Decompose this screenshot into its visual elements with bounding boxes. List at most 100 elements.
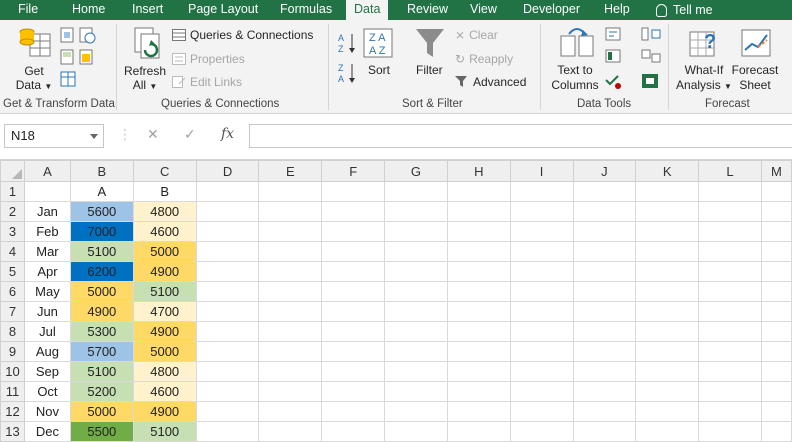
cell-empty[interactable] xyxy=(509,361,574,382)
cell-series-a[interactable]: 7000 xyxy=(69,221,134,242)
cell-empty[interactable] xyxy=(572,241,637,262)
cell-series-b[interactable]: 4800 xyxy=(132,361,197,382)
cell-empty[interactable] xyxy=(321,201,386,222)
column-header-h[interactable]: H xyxy=(446,160,511,182)
cell-empty[interactable] xyxy=(760,301,792,322)
cell-empty[interactable] xyxy=(635,401,700,422)
cell-series-a[interactable]: 5100 xyxy=(69,241,134,262)
tab-home[interactable]: Home xyxy=(72,0,105,20)
cell-empty[interactable] xyxy=(635,381,700,402)
cell-empty[interactable] xyxy=(195,341,260,362)
cell-empty[interactable] xyxy=(384,281,448,302)
column-header-l[interactable]: L xyxy=(698,160,762,182)
cell-empty[interactable] xyxy=(572,341,637,362)
cell-empty[interactable] xyxy=(572,401,637,422)
cell-empty[interactable] xyxy=(446,221,511,242)
cell-empty[interactable] xyxy=(446,381,511,402)
cell-empty[interactable] xyxy=(384,401,448,422)
cell-empty[interactable] xyxy=(698,201,762,222)
get-data-small-icons[interactable] xyxy=(60,26,100,90)
cell-empty[interactable] xyxy=(760,281,792,302)
cell-empty[interactable] xyxy=(446,201,511,222)
formula-input[interactable] xyxy=(249,124,792,148)
select-all-corner[interactable] xyxy=(0,160,25,182)
cell-empty[interactable] xyxy=(698,361,762,382)
cell-empty[interactable] xyxy=(195,261,260,282)
cell-series-a[interactable]: 5000 xyxy=(69,401,134,422)
cell-empty[interactable] xyxy=(698,181,762,202)
row-header[interactable]: 9 xyxy=(0,341,25,362)
cell-empty[interactable] xyxy=(258,201,323,222)
cell-empty[interactable] xyxy=(635,361,700,382)
cell-empty[interactable] xyxy=(258,221,323,242)
cell-empty[interactable] xyxy=(509,221,574,242)
reapply-button[interactable]: ↻ Reapply xyxy=(455,52,513,66)
cell-empty[interactable] xyxy=(698,401,762,422)
sort-descending-icon[interactable]: Z A xyxy=(338,62,358,84)
cell-empty[interactable] xyxy=(258,261,323,282)
row-header[interactable]: 6 xyxy=(0,281,25,302)
cell-empty[interactable] xyxy=(509,181,574,202)
cell-series-b[interactable]: 4800 xyxy=(132,201,197,222)
row-header[interactable]: 3 xyxy=(0,221,25,242)
cell-month[interactable]: Sep xyxy=(23,361,71,382)
row-header[interactable]: 5 xyxy=(0,261,25,282)
cell-empty[interactable] xyxy=(509,381,574,402)
column-header-b[interactable]: B xyxy=(69,160,134,182)
tab-data[interactable]: Data xyxy=(346,0,389,20)
cell-empty[interactable] xyxy=(195,221,260,242)
enter-check-icon[interactable]: ✓ xyxy=(184,126,196,143)
name-box[interactable]: N18 xyxy=(4,124,104,148)
cell-empty[interactable] xyxy=(635,201,700,222)
cell-empty[interactable] xyxy=(635,241,700,262)
cell-empty[interactable] xyxy=(760,381,792,402)
cell-empty[interactable] xyxy=(446,341,511,362)
cell-month[interactable]: Jun xyxy=(23,301,71,322)
cell-empty[interactable] xyxy=(195,321,260,342)
column-header-i[interactable]: I xyxy=(509,160,574,182)
cell-empty[interactable] xyxy=(572,281,637,302)
cell-series-b[interactable]: 5000 xyxy=(132,241,197,262)
cell-empty[interactable] xyxy=(446,281,511,302)
cell-month[interactable] xyxy=(23,181,71,202)
cell-empty[interactable] xyxy=(635,221,700,242)
cell-empty[interactable] xyxy=(195,241,260,262)
cell-month[interactable]: Jul xyxy=(23,321,71,342)
cell-empty[interactable] xyxy=(509,201,574,222)
cell-empty[interactable] xyxy=(760,401,792,422)
cell-empty[interactable] xyxy=(760,321,792,342)
cell-series-b[interactable]: B xyxy=(132,181,197,202)
row-header[interactable]: 12 xyxy=(0,401,25,422)
cell-series-a[interactable]: 5200 xyxy=(69,381,134,402)
filter-button[interactable]: Filter xyxy=(416,63,443,77)
cell-empty[interactable] xyxy=(572,201,637,222)
cell-empty[interactable] xyxy=(384,181,448,202)
data-tools-small-icons[interactable] xyxy=(604,26,664,92)
cancel-icon[interactable]: ✕ xyxy=(147,126,159,143)
cell-empty[interactable] xyxy=(195,301,260,322)
cell-month[interactable]: Aug xyxy=(23,341,71,362)
cell-empty[interactable] xyxy=(384,221,448,242)
tab-review[interactable]: Review xyxy=(407,0,448,20)
cell-empty[interactable] xyxy=(446,321,511,342)
cell-empty[interactable] xyxy=(698,281,762,302)
cell-empty[interactable] xyxy=(446,181,511,202)
tab-help[interactable]: Help xyxy=(604,0,630,20)
cell-empty[interactable] xyxy=(446,261,511,282)
cell-empty[interactable] xyxy=(321,341,386,362)
column-header-g[interactable]: G xyxy=(384,160,448,182)
tab-developer[interactable]: Developer xyxy=(523,0,580,20)
cell-empty[interactable] xyxy=(572,221,637,242)
cell-empty[interactable] xyxy=(635,321,700,342)
cell-empty[interactable] xyxy=(572,261,637,282)
cell-empty[interactable] xyxy=(446,301,511,322)
column-header-e[interactable]: E xyxy=(258,160,323,182)
cell-empty[interactable] xyxy=(258,361,323,382)
cell-empty[interactable] xyxy=(384,201,448,222)
cell-series-b[interactable]: 4900 xyxy=(132,401,197,422)
cell-series-a[interactable]: 5100 xyxy=(69,361,134,382)
cell-empty[interactable] xyxy=(258,341,323,362)
row-header[interactable]: 1 xyxy=(0,181,25,202)
cell-empty[interactable] xyxy=(509,261,574,282)
cell-series-b[interactable]: 4600 xyxy=(132,381,197,402)
